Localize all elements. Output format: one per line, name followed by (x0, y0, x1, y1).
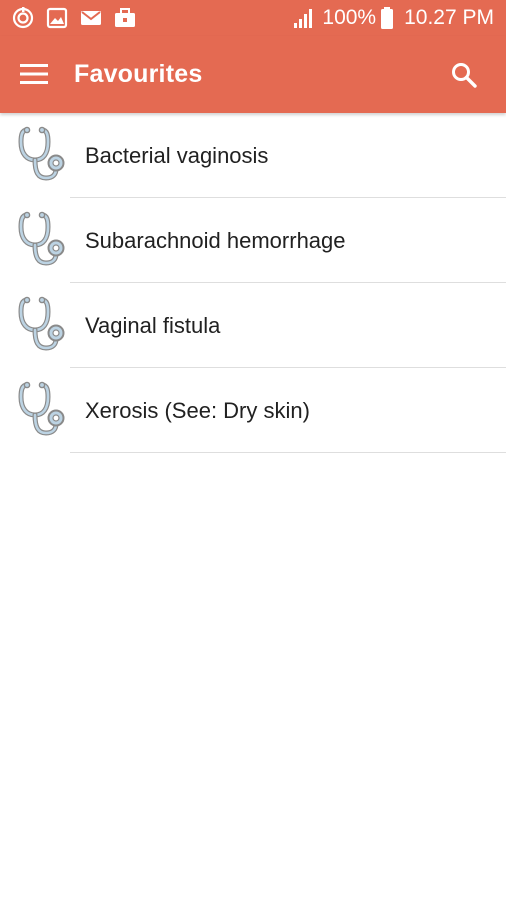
stethoscope-icon (18, 381, 66, 439)
page-title: Favourites (74, 60, 203, 88)
stethoscope-icon (18, 296, 66, 354)
signal-icon (294, 9, 313, 28)
list-item-label: Xerosis (See: Dry skin) (85, 398, 310, 423)
list-item-label: Vaginal fistula (85, 313, 221, 338)
search-icon (452, 63, 477, 88)
list-item-label: Bacterial vaginosis (85, 143, 269, 168)
search-button[interactable] (444, 55, 484, 95)
favourites-list: Bacterial vaginosis Subarachnoid hemorrh… (0, 113, 506, 453)
briefcase-icon (115, 8, 135, 27)
divider (70, 452, 506, 453)
list-item[interactable]: Xerosis (See: Dry skin) (0, 368, 506, 453)
system-status: 100% 10.27 PM (292, 4, 494, 32)
list-item[interactable]: Vaginal fistula (0, 283, 506, 368)
battery-icon (381, 7, 394, 29)
mail-icon (81, 11, 101, 25)
notification-icons (12, 7, 136, 29)
hamburger-menu-icon (20, 64, 48, 84)
clock: 10.27 PM (404, 6, 494, 29)
list-item-label: Subarachnoid hemorrhage (85, 228, 346, 253)
stethoscope-icon (18, 126, 66, 184)
status-bar: 100% 10.27 PM (0, 0, 506, 36)
sync-icon (12, 7, 34, 29)
app-bar: Favourites (0, 36, 506, 113)
image-icon (46, 7, 68, 29)
menu-button[interactable] (10, 54, 58, 94)
list-item[interactable]: Bacterial vaginosis (0, 113, 506, 198)
battery-percent: 100% (322, 6, 377, 29)
stethoscope-icon (18, 211, 66, 269)
list-item[interactable]: Subarachnoid hemorrhage (0, 198, 506, 283)
